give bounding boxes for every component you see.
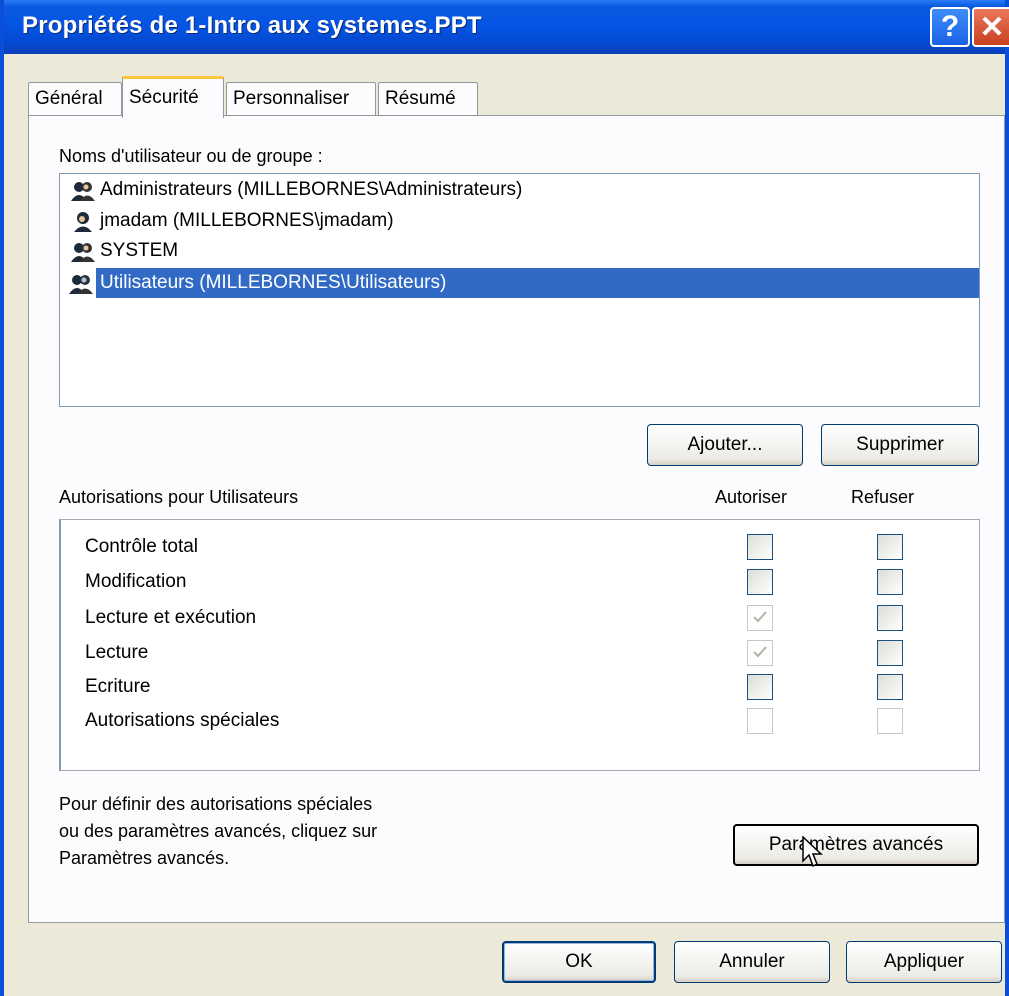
cancel-button[interactable]: Annuler <box>674 941 830 983</box>
add-button[interactable]: Ajouter... <box>647 424 803 466</box>
allow-special-checkbox <box>747 708 773 734</box>
window-title: Propriétés de 1-Intro aux systemes.PPT <box>22 12 482 39</box>
close-button[interactable]: ✕ <box>972 7 1009 47</box>
list-item-selected[interactable]: Utilisateurs (MILLEBORNES\Utilisateurs) <box>69 268 979 298</box>
tab-security[interactable]: Sécurité <box>122 76 224 118</box>
permission-name: Modification <box>85 571 187 592</box>
check-icon <box>753 646 767 658</box>
permissions-list: Contrôle total Modification Lecture et e… <box>59 519 980 771</box>
ok-button[interactable]: OK <box>502 941 656 983</box>
user-name: Utilisateurs (MILLEBORNES\Utilisateurs) <box>100 272 447 293</box>
user-name: jmadam (MILLEBORNES\jmadam) <box>100 210 394 231</box>
help-button[interactable]: ? <box>930 7 970 47</box>
user-name: SYSTEM <box>100 240 179 261</box>
close-icon: ✕ <box>979 10 1005 44</box>
tab-general[interactable]: Général <box>28 82 122 116</box>
group-icon <box>71 182 95 201</box>
remove-button[interactable]: Supprimer <box>821 424 979 466</box>
tab-summary[interactable]: Résumé <box>378 82 478 116</box>
users-listbox[interactable]: Administrateurs (MILLEBORNES\Administrat… <box>59 173 980 407</box>
deny-special-checkbox <box>877 708 903 734</box>
user-name: Administrateurs (MILLEBORNES\Administrat… <box>100 179 523 200</box>
tab-customize-label: Personnaliser <box>233 88 350 109</box>
check-icon <box>753 611 767 623</box>
tab-summary-label: Résumé <box>385 88 456 109</box>
allow-read-execute-checkbox[interactable] <box>747 605 773 631</box>
tab-general-label: Général <box>35 88 103 109</box>
group-icon <box>69 275 93 294</box>
deny-write-checkbox[interactable] <box>877 674 903 700</box>
advanced-settings-button[interactable]: Paramètres avancés <box>733 824 979 866</box>
list-item[interactable]: SYSTEM <box>68 236 979 266</box>
users-label: Noms d'utilisateur ou de groupe : <box>59 146 323 166</box>
permission-name: Lecture <box>85 642 149 663</box>
deny-full-control-checkbox[interactable] <box>877 534 903 560</box>
allow-modify-checkbox[interactable] <box>747 569 773 595</box>
list-item[interactable]: Administrateurs (MILLEBORNES\Administrat… <box>68 175 979 205</box>
deny-modify-checkbox[interactable] <box>877 569 903 595</box>
advanced-hint-line1: Pour définir des autorisations spéciales <box>59 794 373 814</box>
permission-name: Lecture et exécution <box>85 607 257 628</box>
list-item[interactable]: jmadam (MILLEBORNES\jmadam) <box>68 206 979 236</box>
mouse-pointer-icon <box>802 836 823 868</box>
help-icon: ? <box>940 10 960 43</box>
deny-read-checkbox[interactable] <box>877 640 903 666</box>
permission-name: Ecriture <box>85 676 151 697</box>
permissions-label: Autorisations pour Utilisateurs <box>59 487 299 507</box>
allow-full-control-checkbox[interactable] <box>747 534 773 560</box>
deny-header: Refuser <box>851 487 915 507</box>
tab-security-label: Sécurité <box>129 87 199 108</box>
permission-name: Contrôle total <box>85 536 199 557</box>
group-icon <box>71 243 95 262</box>
user-icon <box>74 212 92 232</box>
allow-read-checkbox[interactable] <box>747 640 773 666</box>
properties-dialog: Propriétés de 1-Intro aux systemes.PPT ?… <box>0 0 1009 996</box>
apply-button[interactable]: Appliquer <box>846 941 1002 983</box>
deny-read-execute-checkbox[interactable] <box>877 605 903 631</box>
security-panel: Noms d'utilisateur ou de groupe : Admini… <box>28 115 1005 923</box>
tab-customize[interactable]: Personnaliser <box>226 82 376 116</box>
advanced-hint-line2: ou des paramètres avancés, cliquez sur <box>59 821 378 841</box>
permission-name: Autorisations spéciales <box>85 710 280 731</box>
allow-write-checkbox[interactable] <box>747 674 773 700</box>
allow-header: Autoriser <box>715 487 788 507</box>
advanced-hint-line3: Paramètres avancés. <box>59 848 230 868</box>
title-bar[interactable]: Propriétés de 1-Intro aux systemes.PPT ?… <box>4 0 1009 54</box>
